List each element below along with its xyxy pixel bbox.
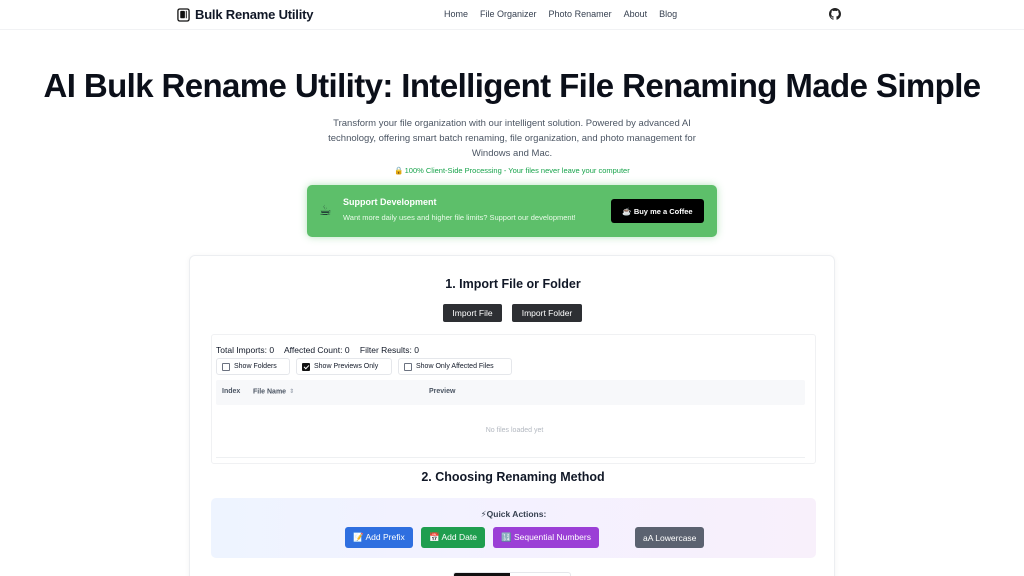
checkbox-icon[interactable] — [404, 362, 412, 371]
hero-subtitle: Transform your file organization with ou… — [328, 118, 696, 159]
lowercase-button[interactable]: aA Lowercase — [635, 527, 705, 548]
top-nav: Bulk Rename Utility Home File Organizer … — [0, 0, 1024, 30]
main-card: 1. Import File or Folder Import File Imp… — [189, 255, 835, 576]
divider — [216, 457, 805, 458]
coffee-cup-icon: ☕ — [319, 202, 332, 218]
total-imports: Total Imports: 0 — [216, 345, 275, 355]
sort-icon[interactable]: ⇕ — [289, 388, 294, 395]
show-folders-toggle[interactable]: Show Folders — [216, 358, 290, 375]
nav-link-home[interactable]: Home — [444, 9, 468, 19]
import-section-title: 1. Import File or Folder — [445, 277, 581, 291]
quick-actions-panel: ⚡Quick Actions: 📝 Add Prefix 📅 Add Date … — [211, 498, 816, 558]
file-table-panel: Total Imports: 0 Affected Count: 0 Filte… — [211, 334, 816, 464]
method-tabs[interactable] — [453, 572, 571, 576]
filter-label: Show Previews Only — [314, 363, 379, 370]
nav-link-file-organizer[interactable]: File Organizer — [480, 9, 537, 19]
empty-table-message: No files loaded yet — [485, 427, 544, 434]
sequential-numbers-button[interactable]: 🔢 Sequential Numbers — [493, 527, 599, 548]
checkbox-checked-icon[interactable] — [302, 362, 310, 371]
add-date-button[interactable]: 📅 Add Date — [421, 527, 485, 548]
nav-link-about[interactable]: About — [624, 9, 648, 19]
show-affected-only-toggle[interactable]: Show Only Affected Files — [398, 358, 512, 375]
filter-label: Show Folders — [234, 363, 277, 370]
privacy-text: 100% Client-Side Processing - Your files… — [404, 166, 630, 175]
add-prefix-button[interactable]: 📝 Add Prefix — [345, 527, 413, 548]
column-file-name[interactable]: File Name ⇕ — [253, 388, 294, 395]
column-file-name-label: File Name — [253, 388, 287, 396]
lock-icon: 🔒 — [394, 166, 404, 175]
import-folder-button[interactable]: Import Folder — [512, 304, 582, 322]
document-stack-icon — [177, 7, 190, 22]
nav-links: Home File Organizer Photo Renamer About … — [444, 9, 689, 19]
column-index: Index — [222, 388, 241, 395]
quick-actions-label: Quick Actions: — [486, 509, 547, 519]
brand-name: Bulk Rename Utility — [195, 7, 314, 22]
support-banner: ☕ Support Development Want more daily us… — [307, 185, 717, 237]
filter-label: Show Only Affected Files — [416, 363, 494, 370]
table-header: Index File Name ⇕ Preview — [216, 380, 805, 405]
github-icon[interactable] — [829, 8, 841, 20]
brand-logo[interactable]: Bulk Rename Utility — [177, 7, 313, 22]
support-title: Support Development — [343, 197, 437, 207]
privacy-note: 🔒100% Client-Side Processing - Your file… — [0, 166, 1024, 175]
affected-count: Affected Count: 0 — [284, 345, 350, 355]
rename-section-title: 2. Choosing Renaming Method — [421, 470, 605, 484]
page-title: AI Bulk Rename Utility: Intelligent File… — [43, 67, 981, 104]
checkbox-icon[interactable] — [222, 362, 230, 371]
show-previews-only-toggle[interactable]: Show Previews Only — [296, 358, 392, 375]
buy-coffee-button[interactable]: ☕ Buy me a Coffee — [611, 199, 704, 223]
import-file-button[interactable]: Import File — [443, 304, 502, 322]
nav-link-blog[interactable]: Blog — [659, 9, 677, 19]
nav-link-photo-renamer[interactable]: Photo Renamer — [549, 9, 612, 19]
column-preview: Preview — [429, 388, 456, 395]
quick-actions-title: ⚡Quick Actions: — [211, 509, 816, 520]
support-text: Want more daily uses and higher file lim… — [343, 213, 576, 222]
import-stats: Total Imports: 0 Affected Count: 0 Filte… — [216, 345, 427, 355]
filter-results: Filter Results: 0 — [359, 345, 419, 355]
